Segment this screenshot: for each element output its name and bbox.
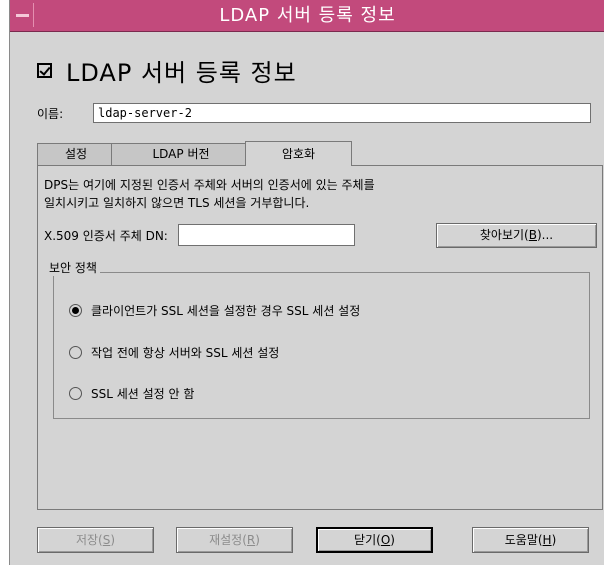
- name-field[interactable]: ldap-server-2: [93, 103, 591, 123]
- page-header: LDAP 서버 등록 정보: [37, 54, 297, 87]
- description-line-1: DPS는 여기에 지정된 인증서 주체와 서버의 인증서에 있는 주체를: [44, 178, 375, 192]
- window-title: LDAP 서버 등록 정보: [219, 5, 396, 26]
- save-label: 저장(: [75, 533, 103, 547]
- radio-label: 클라이언트가 SSL 세션을 설정한 경우 SSL 세션 설정: [91, 304, 361, 318]
- reset-suffix: ): [255, 533, 260, 547]
- radio-label: SSL 세션 설정 안 함: [91, 387, 195, 401]
- browse-mnemonic: B: [528, 228, 537, 242]
- radio-ssl-if-client[interactable]: 클라이언트가 SSL 세션을 설정한 경우 SSL 세션 설정: [69, 302, 360, 319]
- radio-unselected-icon: [69, 387, 82, 400]
- radio-label: 작업 전에 항상 서버와 SSL 세션 설정: [91, 346, 280, 360]
- reset-label: 재설정(: [209, 533, 247, 547]
- x509-row: X.509 인증서 주체 DN:: [44, 224, 355, 246]
- save-button[interactable]: 저장(S): [37, 527, 154, 553]
- save-suffix: ): [110, 533, 116, 547]
- close-suffix: ): [390, 533, 395, 547]
- name-row: 이름: ldap-server-2: [37, 103, 591, 123]
- close-label: 닫기(: [354, 533, 381, 547]
- browse-label: 찾아보기(: [479, 228, 529, 242]
- tab-settings[interactable]: 설정: [37, 143, 115, 165]
- button-bar: 저장(S) 재설정(R) 닫기(O) 도움말(H): [10, 520, 604, 560]
- help-suffix: ): [551, 533, 557, 547]
- reset-mnemonic: R: [246, 533, 256, 547]
- reset-button[interactable]: 재설정(R): [176, 527, 293, 553]
- encryption-panel: DPS는 여기에 지정된 인증서 주체와 서버의 인증서에 있는 주체를 일치시…: [37, 165, 603, 510]
- close-mnemonic: O: [380, 533, 391, 547]
- name-label: 이름:: [37, 106, 64, 121]
- encryption-description: DPS는 여기에 지정된 인증서 주체와 서버의 인증서에 있는 주체를 일치시…: [44, 176, 375, 212]
- radio-selected-icon: [69, 304, 82, 317]
- x509-subject-field[interactable]: [177, 224, 355, 246]
- browse-suffix: )...: [536, 228, 554, 242]
- help-mnemonic: H: [542, 533, 552, 547]
- dialog-window: LDAP 서버 등록 정보 LDAP 서버 등록 정보 이름: ldap-ser…: [9, 0, 604, 565]
- security-policy-title: 보안 정책: [46, 259, 100, 276]
- checkbox-icon: [37, 62, 52, 78]
- title-bar[interactable]: LDAP 서버 등록 정보: [10, 0, 604, 32]
- browse-button[interactable]: 찾아보기(B)...: [436, 223, 597, 248]
- help-button[interactable]: 도움말(H): [472, 527, 589, 553]
- radio-unselected-icon: [69, 346, 82, 359]
- x509-label: X.509 인증서 주체 DN:: [44, 228, 168, 243]
- description-line-2: 일치시키고 일치하지 않으면 TLS 세션을 거부합니다.: [44, 196, 310, 210]
- radio-ssl-never[interactable]: SSL 세션 설정 안 함: [69, 385, 194, 402]
- help-label: 도움말(: [504, 533, 543, 547]
- close-button[interactable]: 닫기(O): [316, 527, 433, 553]
- tab-ldap-version[interactable]: LDAP 버전: [111, 143, 251, 165]
- radio-ssl-always[interactable]: 작업 전에 항상 서버와 SSL 세션 설정: [69, 344, 279, 361]
- tab-encryption[interactable]: 암호화: [245, 141, 352, 166]
- page-title: LDAP 서버 등록 정보: [66, 58, 297, 87]
